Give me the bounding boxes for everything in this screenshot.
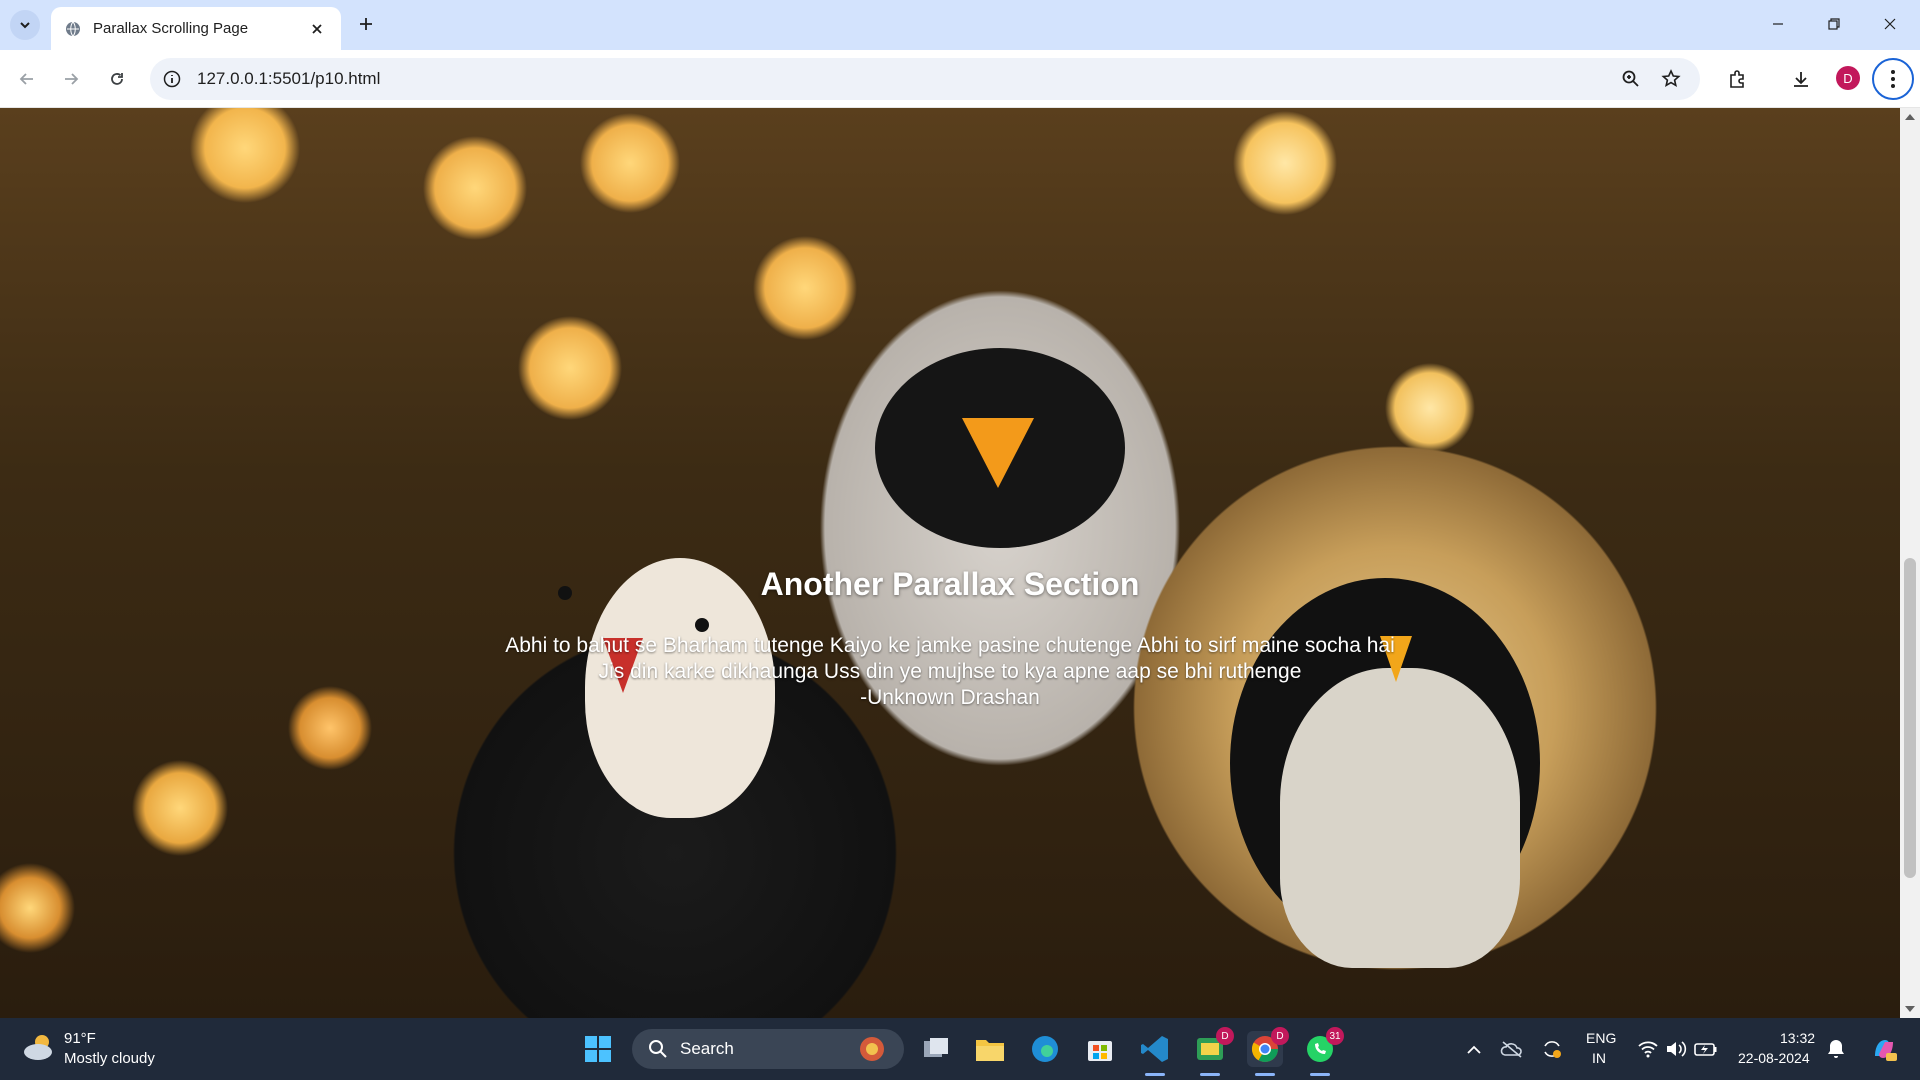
file-explorer-button[interactable] bbox=[972, 1031, 1008, 1067]
region-indicator[interactable]: IN bbox=[1592, 1050, 1606, 1066]
profile-avatar[interactable]: D bbox=[1836, 66, 1860, 90]
chevron-down-icon bbox=[20, 22, 30, 29]
search-label: Search bbox=[680, 1039, 734, 1058]
copilot-icon bbox=[1875, 1040, 1897, 1061]
close-window-button[interactable] bbox=[1862, 0, 1918, 48]
puzzle-icon bbox=[1730, 70, 1744, 88]
forward-button[interactable] bbox=[54, 62, 88, 96]
task-view-button[interactable] bbox=[918, 1031, 954, 1067]
section-title: Another Parallax Section bbox=[760, 566, 1140, 602]
onedrive-tray[interactable] bbox=[1500, 1037, 1524, 1061]
tab-search-button[interactable] bbox=[10, 10, 40, 40]
windows-logo-icon bbox=[585, 1036, 611, 1062]
zoom-icon[interactable] bbox=[1616, 64, 1646, 94]
scroll-up-arrow[interactable] bbox=[1905, 114, 1915, 120]
taskbar-search[interactable]: Search bbox=[632, 1029, 904, 1069]
language-indicator[interactable]: ENG bbox=[1586, 1030, 1616, 1046]
tray-overflow-button[interactable] bbox=[1462, 1037, 1486, 1061]
quote-line: Abhi to bahut se Bharham tutenge Kaiyo k… bbox=[505, 634, 1395, 657]
restore-icon bbox=[1828, 18, 1840, 30]
globe-icon bbox=[66, 21, 80, 36]
url-text[interactable]: 127.0.0.1:5501/p10.html bbox=[197, 69, 380, 89]
chrome-button[interactable]: D bbox=[1247, 1027, 1289, 1076]
plus-icon bbox=[360, 18, 372, 30]
new-tab-button[interactable] bbox=[352, 10, 380, 38]
notification-badge: 31 bbox=[1326, 1027, 1344, 1045]
search-icon bbox=[649, 1040, 667, 1058]
notification-badge: D bbox=[1271, 1027, 1289, 1045]
extensions-button[interactable] bbox=[1720, 62, 1754, 96]
running-indicator bbox=[1200, 1073, 1220, 1076]
restore-button[interactable] bbox=[1806, 0, 1862, 48]
running-indicator bbox=[1145, 1073, 1165, 1076]
tab-title: Parallax Scrolling Page bbox=[93, 20, 249, 37]
store-button[interactable] bbox=[1082, 1031, 1118, 1067]
search-highlight-icon bbox=[860, 1037, 884, 1061]
cloud-off-icon bbox=[1500, 1041, 1522, 1058]
clock-time[interactable]: 13:32 bbox=[1780, 1030, 1815, 1046]
weather-cloudy-icon[interactable] bbox=[22, 1032, 56, 1062]
weather-temperature[interactable]: 91°F bbox=[64, 1030, 96, 1047]
battery-charging-icon bbox=[1694, 1043, 1717, 1056]
more-vertical-icon bbox=[1891, 70, 1895, 88]
browser-tab[interactable]: Parallax Scrolling Page bbox=[51, 7, 341, 50]
minimize-icon bbox=[1773, 23, 1783, 25]
volume-tray[interactable] bbox=[1664, 1037, 1688, 1061]
arrow-left-icon bbox=[19, 73, 33, 85]
tab-close-icon[interactable] bbox=[307, 19, 327, 39]
clock-date[interactable]: 22-08-2024 bbox=[1738, 1050, 1810, 1066]
notifications-button[interactable] bbox=[1824, 1037, 1848, 1061]
downloads-button[interactable] bbox=[1784, 62, 1818, 96]
scroll-thumb[interactable] bbox=[1904, 558, 1916, 878]
site-info-icon[interactable] bbox=[157, 64, 187, 94]
tab-strip: Parallax Scrolling Page bbox=[0, 0, 1920, 50]
task-view-icon bbox=[924, 1038, 948, 1057]
start-button[interactable] bbox=[580, 1031, 616, 1067]
running-indicator bbox=[1310, 1073, 1330, 1076]
weather-description[interactable]: Mostly cloudy bbox=[64, 1050, 155, 1067]
page-viewport: Another Parallax Section Abhi to bahut s… bbox=[0, 108, 1920, 1018]
chevron-up-icon bbox=[1467, 1045, 1481, 1054]
running-indicator bbox=[1255, 1073, 1275, 1076]
browser-menu-button[interactable] bbox=[1872, 58, 1914, 100]
wifi-icon bbox=[1638, 1041, 1658, 1058]
download-icon bbox=[1794, 72, 1808, 87]
browser-toolbar: 127.0.0.1:5501/p10.html bbox=[0, 50, 1920, 108]
address-bar[interactable]: 127.0.0.1:5501/p10.html bbox=[150, 58, 1700, 100]
folder-icon bbox=[976, 1040, 1004, 1061]
reload-icon bbox=[111, 73, 123, 85]
page-scrollbar[interactable] bbox=[1900, 108, 1920, 1018]
notification-badge: D bbox=[1216, 1027, 1234, 1045]
copilot-button[interactable] bbox=[1868, 1033, 1900, 1065]
app-button[interactable]: D bbox=[1192, 1027, 1234, 1076]
vscode-button[interactable] bbox=[1137, 1031, 1173, 1076]
sync-icon bbox=[1544, 1041, 1561, 1058]
arrow-right-icon bbox=[65, 73, 79, 85]
parallax-section: Another Parallax Section Abhi to bahut s… bbox=[0, 108, 1900, 1018]
battery-tray[interactable] bbox=[1694, 1037, 1718, 1061]
bell-icon bbox=[1828, 1040, 1844, 1058]
vscode-icon bbox=[1141, 1036, 1168, 1062]
bookmark-star-icon[interactable] bbox=[1656, 64, 1686, 94]
close-icon bbox=[1884, 18, 1896, 30]
reload-button[interactable] bbox=[100, 62, 134, 96]
speaker-icon bbox=[1667, 1041, 1687, 1057]
whatsapp-button[interactable]: 31 bbox=[1302, 1027, 1344, 1076]
edge-icon bbox=[1032, 1036, 1058, 1062]
quote-line: Jis din karke dikhaunga Uss din ye mujhs… bbox=[598, 660, 1302, 683]
edge-button[interactable] bbox=[1027, 1031, 1063, 1067]
taskbar: 91°F Mostly cloudy Search D D 31 ENG IN … bbox=[0, 1018, 1920, 1080]
minimize-button[interactable] bbox=[1750, 0, 1806, 48]
store-icon bbox=[1088, 1041, 1112, 1061]
wifi-tray[interactable] bbox=[1636, 1037, 1660, 1061]
back-button[interactable] bbox=[10, 62, 44, 96]
sync-tray[interactable] bbox=[1540, 1037, 1564, 1061]
scroll-down-arrow[interactable] bbox=[1905, 1006, 1915, 1012]
quote-author: -Unknown Drashan bbox=[860, 686, 1040, 709]
